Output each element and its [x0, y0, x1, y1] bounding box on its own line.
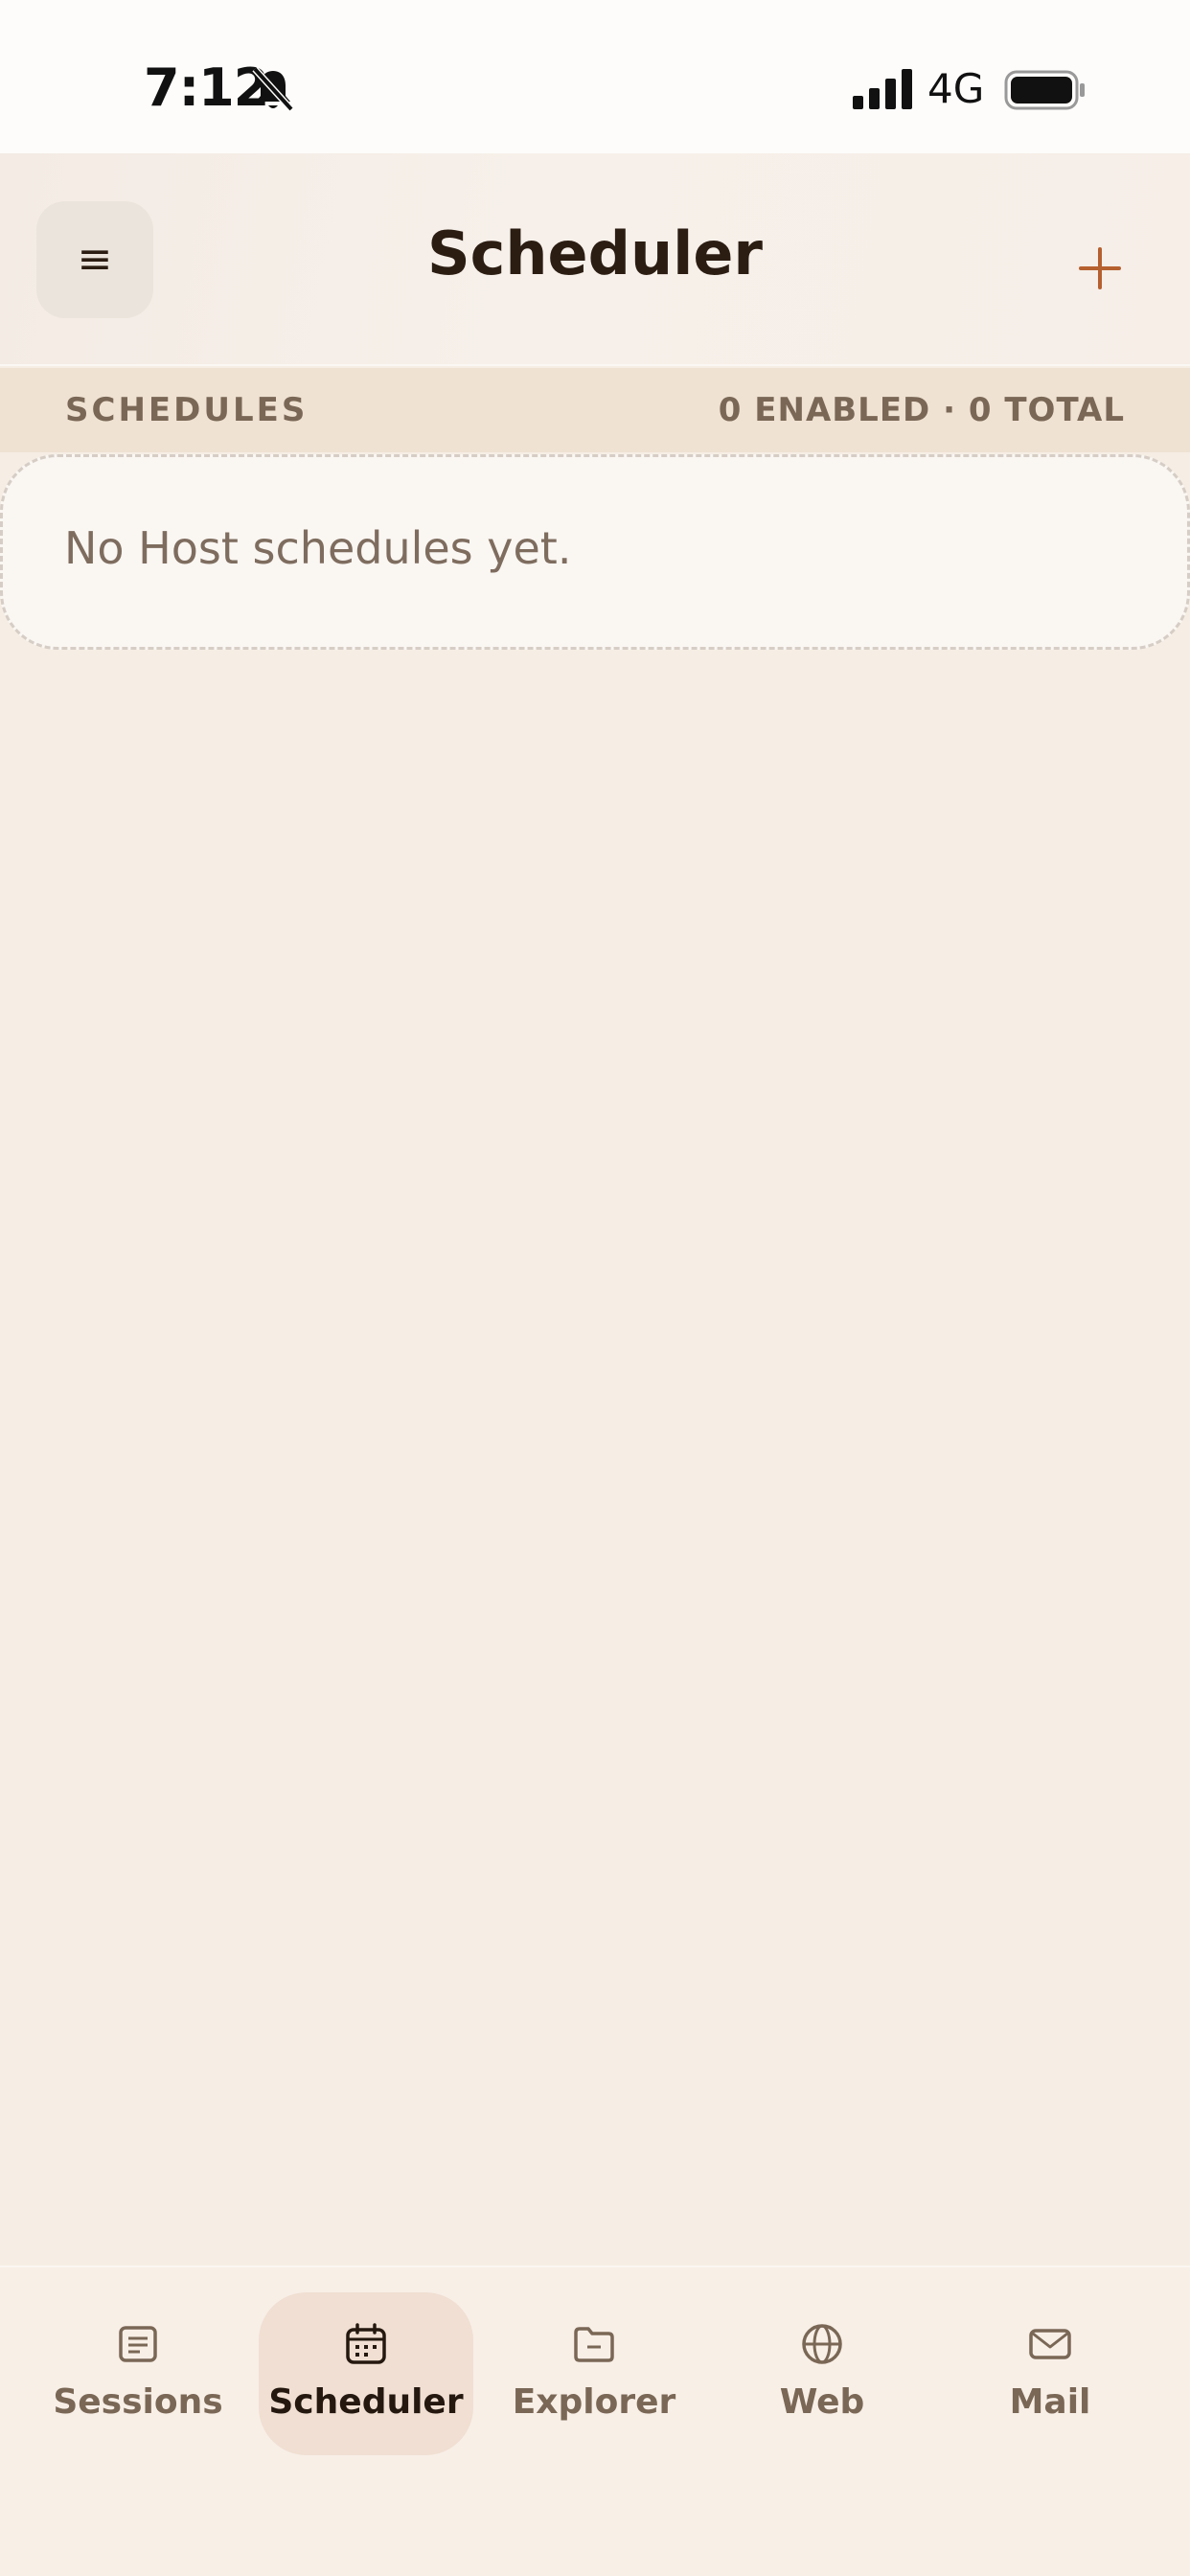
tab-label: Mail [1009, 2382, 1091, 2422]
section-title: SCHEDULES [65, 391, 309, 429]
folder-icon [574, 2327, 614, 2362]
battery-icon [1004, 70, 1085, 110]
network-type: 4G [927, 65, 985, 112]
bottom-tab-bar: Sessions Scheduler Explorer Web Mail [0, 2266, 1190, 2576]
list-icon [119, 2326, 157, 2362]
tab-explorer[interactable]: Explorer [487, 2292, 701, 2455]
tab-label: Scheduler [268, 2382, 464, 2422]
schedules-section-header: SCHEDULES 0 ENABLED · 0 TOTAL [0, 368, 1190, 452]
status-time: 7:12 [144, 58, 269, 118]
globe-icon [802, 2324, 842, 2364]
tab-label: Web [779, 2382, 865, 2422]
add-schedule-button[interactable] [1062, 230, 1138, 307]
tab-sessions[interactable]: Sessions [31, 2292, 245, 2455]
empty-state-message: No Host schedules yet. [64, 522, 572, 574]
status-bar: 7:12 4G [0, 0, 1190, 153]
calendar-icon [346, 2323, 386, 2364]
tab-mail[interactable]: Mail [943, 2292, 1157, 2455]
page-title: Scheduler [427, 218, 763, 288]
scheduler-screen: 7:12 4G ≡ Scheduler SCHEDULES 0 ENABLED … [0, 0, 1190, 2576]
bell-muted-icon [252, 66, 294, 112]
tab-scheduler[interactable]: Scheduler [259, 2292, 473, 2455]
tab-web[interactable]: Web [715, 2292, 929, 2455]
tab-label: Explorer [512, 2382, 676, 2422]
schedule-counts: 0 ENABLED · 0 TOTAL [718, 391, 1125, 429]
tab-label: Sessions [53, 2382, 223, 2422]
plus-icon [1079, 247, 1121, 289]
mail-icon [1029, 2329, 1071, 2359]
signal-icon [853, 69, 912, 109]
app-header: ≡ Scheduler [0, 153, 1190, 366]
empty-state-card: No Host schedules yet. [0, 454, 1190, 650]
